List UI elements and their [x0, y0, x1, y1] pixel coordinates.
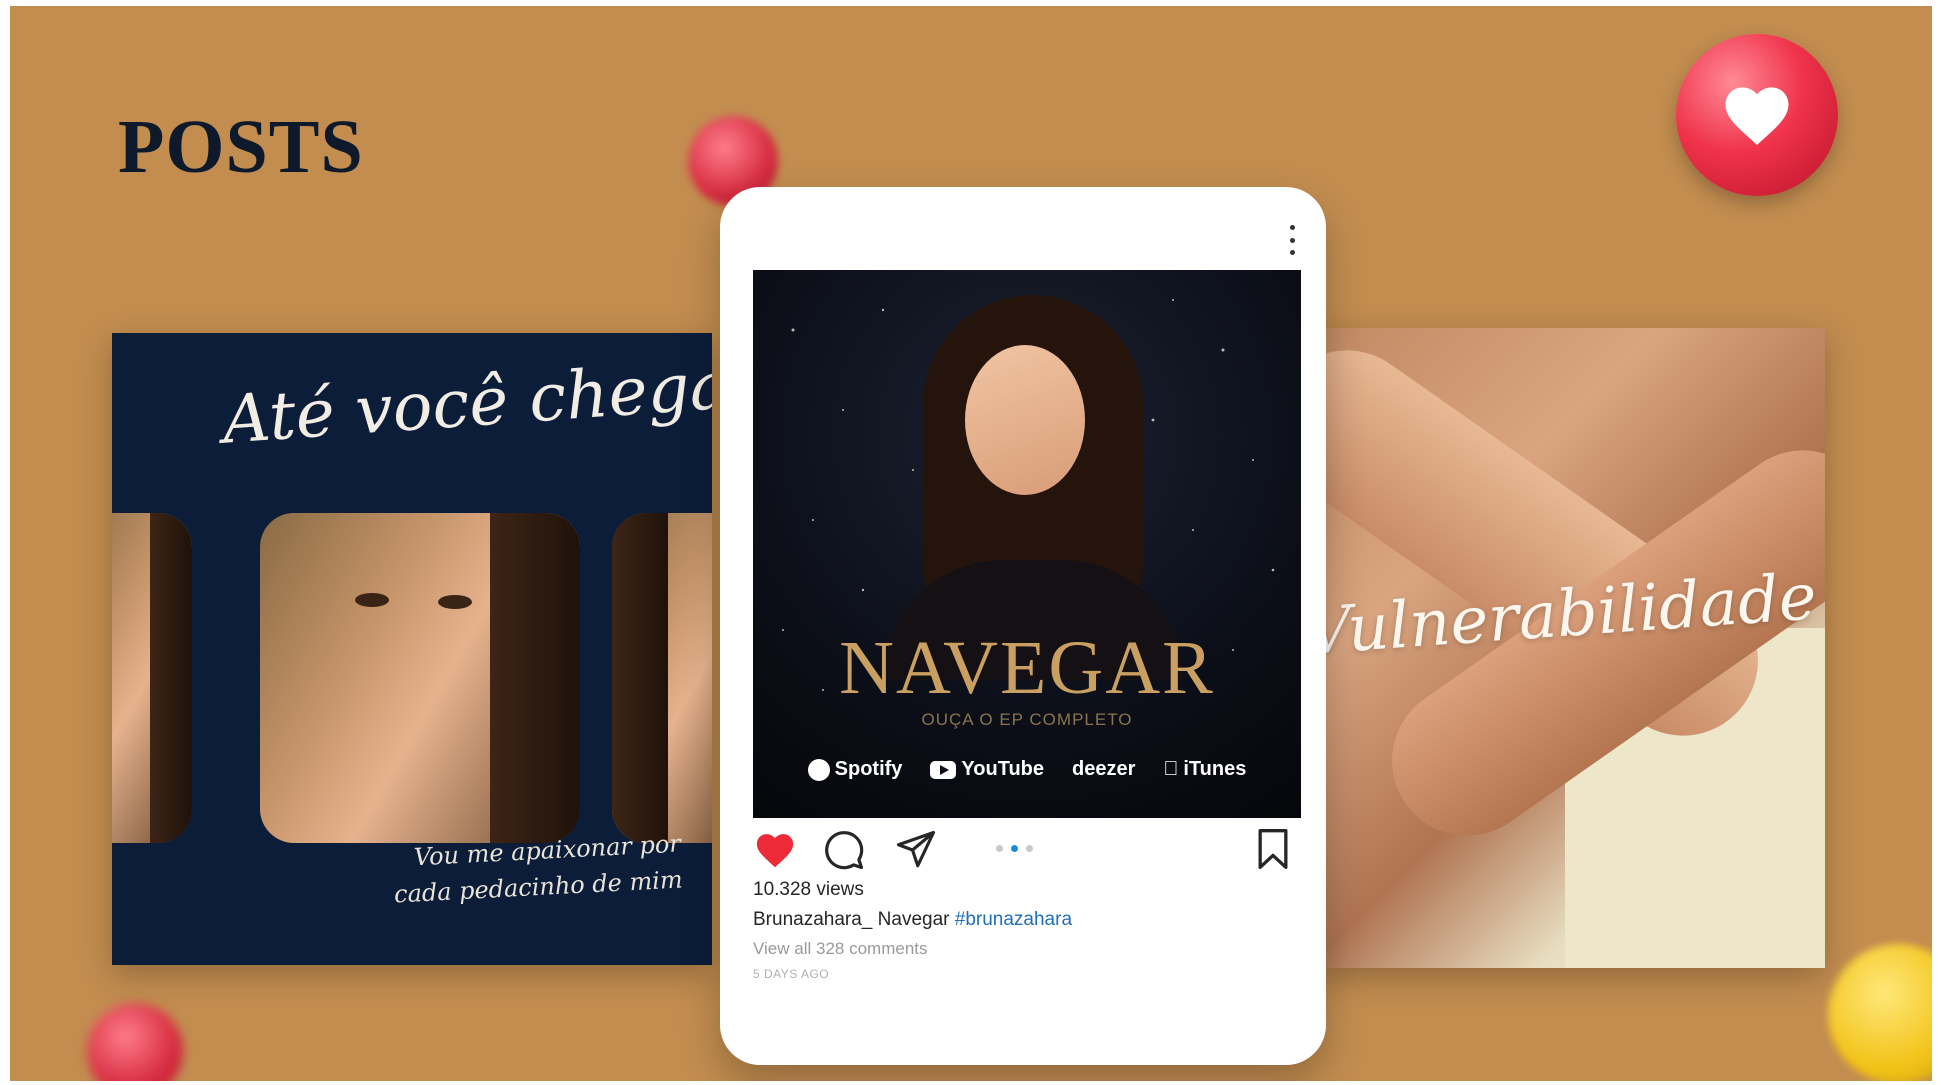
spotify-logo: Spotify [807, 758, 902, 781]
post-script-caption: Vou me apaixonar por cada pedacinho de m… [392, 825, 684, 912]
caption-text: Navegar [877, 909, 950, 930]
caption-username[interactable]: Brunazahara_ [753, 909, 872, 930]
deezer-logo: deezer [1072, 758, 1136, 780]
heart-filled-icon[interactable] [753, 831, 797, 869]
spotify-icon [807, 758, 830, 781]
instagram-post-mockup: NAVEGAR OUÇA O EP COMPLETO Spotify YouTu… [720, 187, 1326, 1065]
post-card-right: Vulnerabilidade [1315, 328, 1825, 968]
more-vertical-icon[interactable] [1288, 225, 1296, 255]
page-title: POSTS [118, 105, 364, 189]
send-icon[interactable] [895, 829, 937, 871]
post-image[interactable]: NAVEGAR OUÇA O EP COMPLETO Spotify YouTu… [753, 270, 1301, 818]
carousel-dot[interactable] [1026, 845, 1033, 852]
itunes-logo: iTunes [1163, 758, 1246, 781]
post-photo [612, 513, 712, 843]
heart-ball-decoration [1676, 34, 1838, 196]
comment-icon[interactable] [823, 829, 865, 871]
emoji-ball-decoration [1828, 944, 1932, 1081]
heart-icon [1725, 87, 1789, 145]
view-comments-link[interactable]: View all 328 comments [753, 939, 928, 959]
youtube-logo: YouTube [930, 758, 1044, 781]
canvas: POSTS Até você chegar Vou me apaixonar p… [10, 6, 1932, 1081]
post-script-title: Até você chegar [219, 344, 712, 459]
post-actions [753, 827, 1301, 873]
post-caption: Brunazahara_ Navegar #brunazahara [753, 909, 1072, 931]
post-card-left: Até você chegar Vou me apaixonar por cad… [112, 333, 712, 965]
views-count: 10.328 views [753, 879, 864, 900]
platform-logos: Spotify YouTube deezer iTunes [753, 758, 1301, 781]
bookmark-icon[interactable] [1253, 827, 1293, 871]
post-photo [112, 513, 192, 843]
apple-icon:  [1163, 758, 1178, 781]
post-timestamp: 5 DAYS AGO [753, 967, 830, 981]
heart-ball-decoration [87, 1003, 183, 1081]
carousel-dot[interactable] [996, 845, 1003, 852]
post-photo [260, 513, 580, 843]
youtube-icon [930, 760, 957, 779]
caption-hashtag[interactable]: #brunazahara [955, 909, 1072, 930]
ep-subtitle: OUÇA O EP COMPLETO [921, 710, 1133, 729]
ep-title: NAVEGAR [839, 626, 1215, 710]
carousel-dot[interactable] [1011, 845, 1018, 852]
carousel-indicator [996, 845, 1033, 852]
